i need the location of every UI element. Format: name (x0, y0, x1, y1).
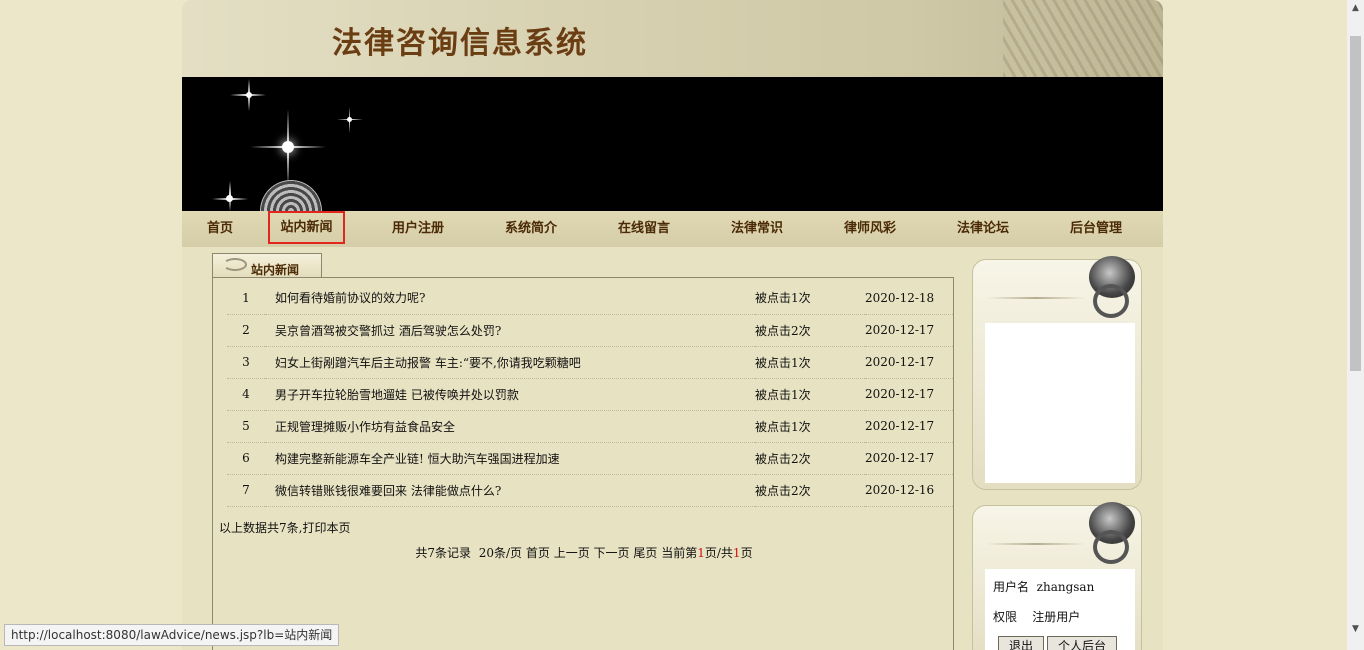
star-ray (229, 181, 231, 211)
sidebar-box-top (972, 256, 1142, 490)
personal-backend-button[interactable]: 个人后台 (1047, 636, 1117, 650)
role-row: 权限 注册用户 (993, 608, 1080, 625)
nav-lawyer-showcase[interactable]: 律师风彩 (838, 211, 902, 247)
pager-prev[interactable]: 上一页 (554, 546, 590, 560)
nav-system-intro[interactable]: 系统简介 (499, 211, 563, 247)
scroll-up-icon[interactable]: ▲ (1347, 0, 1364, 17)
news-date: 2020-12-17 (865, 314, 953, 347)
vertical-scrollbar[interactable]: ▲ ▼ (1347, 0, 1364, 650)
nav-site-news[interactable]: 站内新闻 (268, 211, 345, 244)
username-row: 用户名 zhangsan (993, 578, 1094, 595)
news-click-count: 被点击2次 (755, 314, 865, 347)
pager-next[interactable]: 下一页 (594, 546, 630, 560)
pagination: 共7条记录 20条/页 首页 上一页 下一页 尾页 当前第1页/共1页 (213, 544, 955, 561)
pager-current-page: 1 (697, 546, 705, 560)
news-number: 4 (227, 378, 265, 411)
divider (987, 297, 1085, 299)
pager-current-mid: 页/共 (704, 546, 733, 560)
news-row: 6 构建完整新能源车全产业链! 恒大助汽车强国进程加速 被点击2次 2020-12-1… (227, 442, 953, 475)
starry-banner (182, 77, 1163, 211)
news-row: 5 正规管理摊贩小作坊有益食品安全 被点击1次 2020-12-17 (227, 410, 953, 443)
swirl-graphic (260, 180, 322, 211)
star-ray (287, 109, 289, 187)
cloud-icon (223, 258, 247, 271)
pager-per-page: 20条/页 (478, 546, 523, 560)
news-panel: 1 如何看待婚前协议的效力呢? 被点击1次 2020-12-18 2 吴京曾酒驾被交警抓过… (212, 277, 954, 650)
news-click-count: 被点击1次 (755, 378, 865, 411)
site-header: 法律咨询信息系统 (182, 0, 1163, 77)
news-number: 1 (227, 282, 265, 315)
pager-current-prefix: 当前第 (661, 546, 698, 560)
news-tab: 站内新闻 (212, 253, 322, 277)
news-number: 6 (227, 442, 265, 475)
username-value: zhangsan (1036, 580, 1095, 594)
news-title-link[interactable]: 妇女上街剐蹭汽车后主动报警 车主:“要不,你请我吃颗糖吧 (265, 346, 755, 379)
news-title-link[interactable]: 吴京曾酒驾被交警抓过 酒后驾驶怎么处罚? (265, 314, 755, 347)
pager-current-suffix: 页 (740, 546, 753, 560)
sidebar-box-user: 用户名 zhangsan 权限 注册用户 (972, 502, 1142, 650)
news-click-count: 被点击1次 (755, 410, 865, 443)
sidebar-top-content (985, 323, 1135, 483)
news-click-count: 被点击2次 (755, 474, 865, 507)
pager-first[interactable]: 首页 (526, 546, 550, 560)
news-table: 1 如何看待婚前协议的效力呢? 被点击1次 2020-12-18 2 吴京曾酒驾被交警抓过… (227, 282, 953, 507)
role-value: 注册用户 (1032, 610, 1081, 624)
site-title: 法律咨询信息系统 (332, 26, 588, 61)
nav-home[interactable]: 首页 (198, 211, 242, 247)
news-date: 2020-12-17 (865, 442, 953, 475)
logout-button[interactable]: 退出 (998, 636, 1044, 650)
news-title-link[interactable]: 构建完整新能源车全产业链! 恒大助汽车强国进程加速 (265, 442, 755, 475)
header-texture (1003, 0, 1163, 77)
news-date: 2020-12-17 (865, 410, 953, 443)
news-date: 2020-12-18 (865, 282, 953, 315)
username-label: 用户名 (993, 580, 1030, 594)
nav-legal-knowledge[interactable]: 法律常识 (725, 211, 789, 247)
news-date: 2020-12-16 (865, 474, 953, 507)
page-container: 法律咨询信息系统 首页 站内新闻 用户注册 系统简介 在线留言 法律常识 律师风… (182, 0, 1163, 650)
news-number: 7 (227, 474, 265, 507)
nav-online-message[interactable]: 在线留言 (612, 211, 676, 247)
star-ray (337, 119, 363, 120)
news-click-count: 被点击1次 (755, 282, 865, 315)
pager-total-pages: 1 (732, 546, 741, 560)
news-title-link[interactable]: 微信转错账钱很难要回来 法律能做点什么? (265, 474, 755, 507)
nav-user-register[interactable]: 用户注册 (386, 211, 450, 247)
scroll-down-icon[interactable]: ▼ (1347, 621, 1364, 638)
news-title-link[interactable]: 男子开车拉轮胎雪地遛娃 已被传唤并处以罚款 (265, 378, 755, 411)
scroll-thumb[interactable] (1350, 36, 1361, 371)
divider (987, 543, 1085, 545)
news-row: 2 吴京曾酒驾被交警抓过 酒后驾驶怎么处罚? 被点击2次 2020-12-17 (227, 314, 953, 347)
news-title-link[interactable]: 正规管理摊贩小作坊有益食品安全 (265, 410, 755, 443)
news-click-count: 被点击2次 (755, 442, 865, 475)
role-label: 权限 (993, 610, 1018, 624)
news-number: 3 (227, 346, 265, 379)
summary-text: 以上数据共7条,打印本页 (219, 521, 351, 535)
news-date: 2020-12-17 (865, 378, 953, 411)
main-nav: 首页 站内新闻 用户注册 系统简介 在线留言 法律常识 律师风彩 法律论坛 后台… (182, 211, 1163, 247)
nav-admin[interactable]: 后台管理 (1064, 211, 1128, 247)
news-click-count: 被点击1次 (755, 346, 865, 379)
star-ray (349, 107, 350, 133)
nav-law-forum[interactable]: 法律论坛 (951, 211, 1015, 247)
news-title-link[interactable]: 如何看待婚前协议的效力呢? (265, 282, 755, 315)
door-knocker-icon (1085, 256, 1137, 320)
news-number: 5 (227, 410, 265, 443)
status-bar-url: http://localhost:8080/lawAdvice/news.jsp… (4, 624, 340, 646)
news-row: 7 微信转错账钱很难要回来 法律能做点什么? 被点击2次 2020-12-16 (227, 474, 953, 507)
news-tab-label: 站内新闻 (251, 263, 300, 277)
star-ray (248, 79, 250, 111)
door-knocker-icon (1085, 502, 1137, 566)
news-number: 2 (227, 314, 265, 347)
news-date: 2020-12-17 (865, 346, 953, 379)
pager-last[interactable]: 尾页 (633, 546, 657, 560)
news-row: 4 男子开车拉轮胎雪地遛娃 已被传唤并处以罚款 被点击1次 2020-12-17 (227, 378, 953, 411)
pager-total: 共7条记录 (415, 546, 472, 560)
news-row: 3 妇女上街剐蹭汽车后主动报警 车主:“要不,你请我吃颗糖吧 被点击1次 2020-1… (227, 346, 953, 379)
news-row: 1 如何看待婚前协议的效力呢? 被点击1次 2020-12-18 (227, 282, 953, 315)
